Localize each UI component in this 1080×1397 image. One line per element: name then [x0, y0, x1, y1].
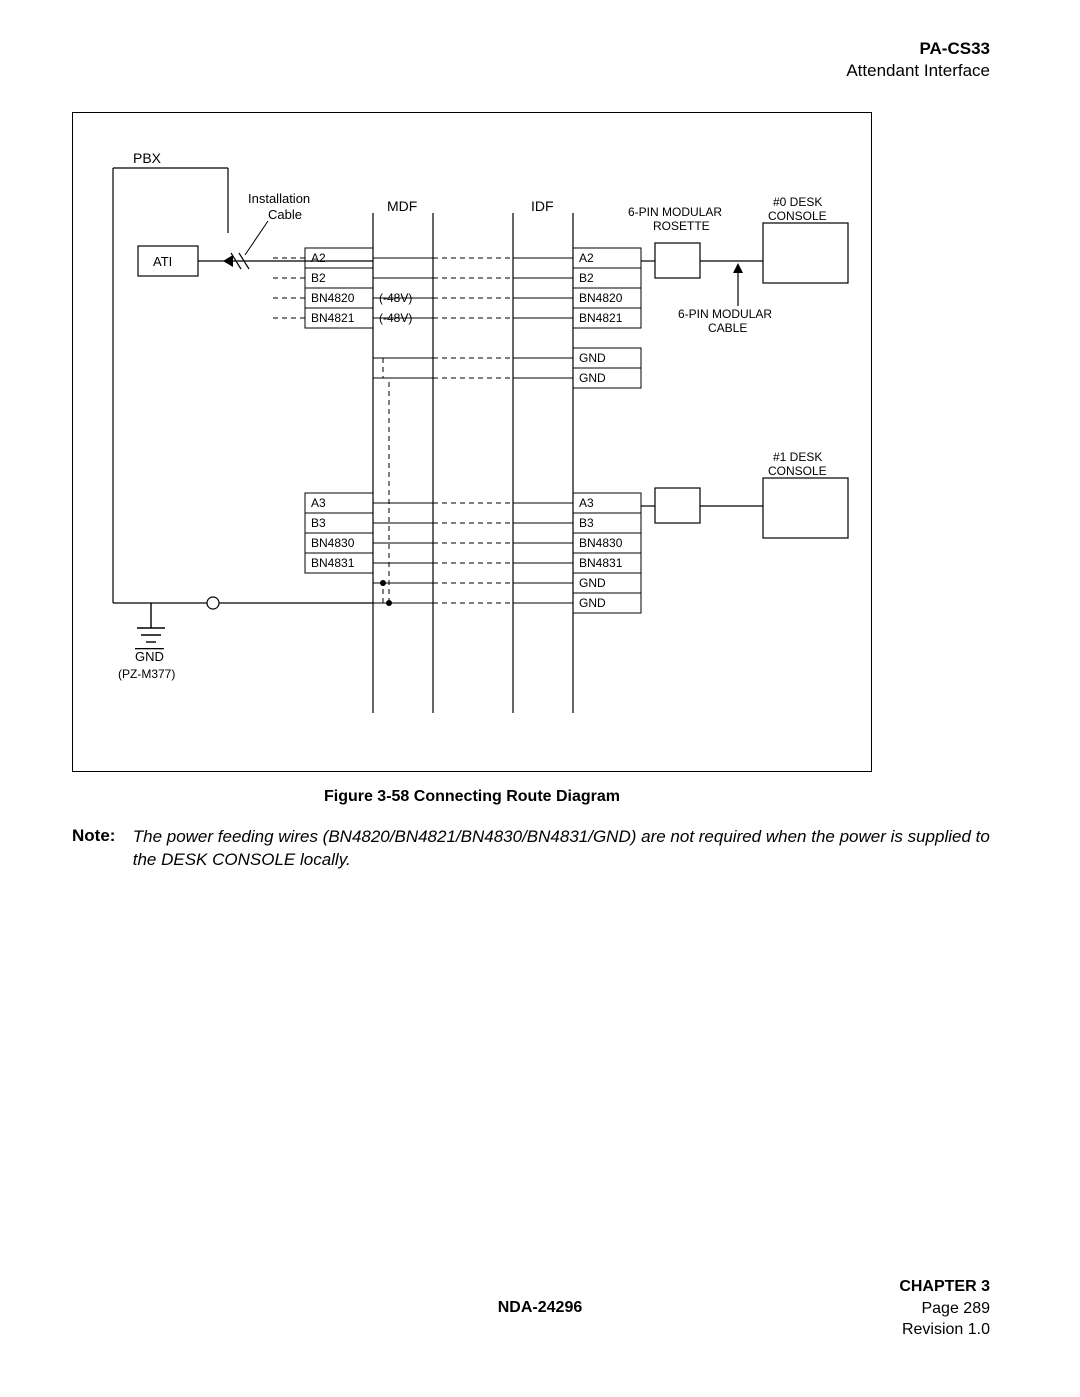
rosette-1 — [655, 488, 700, 523]
idf-label: IDF — [531, 198, 554, 214]
page-header: PA-CS33 Attendant Interface — [846, 38, 990, 82]
b1-r1: B3 — [579, 516, 594, 530]
footer-right: CHAPTER 3 Page 289 Revision 1.0 — [899, 1276, 990, 1341]
figure-frame: PBX ATI Installation Cable MDF IDF 6-PIN… — [72, 112, 872, 772]
b1-r0: A3 — [579, 496, 594, 510]
footer-rev: Revision 1.0 — [899, 1319, 990, 1341]
modcable-label-2: CABLE — [708, 321, 747, 335]
console0-label-2: CONSOLE — [768, 209, 827, 223]
console0-label-1: #0 DESK — [773, 195, 822, 209]
b1-r3: BN4831 — [579, 556, 623, 570]
ati-label: ATI — [153, 254, 172, 269]
page: PA-CS33 Attendant Interface PBX — [0, 0, 1080, 1397]
b1-l3: BN4831 — [311, 556, 355, 570]
pzm-label: (PZ-M377) — [118, 667, 175, 681]
b0-l0: A2 — [311, 251, 326, 265]
rosette-0 — [655, 243, 700, 278]
install-cable-label-1: Installation — [248, 191, 310, 206]
modcable-label-1: 6-PIN MODULAR — [678, 307, 772, 321]
b0-l1: B2 — [311, 271, 326, 285]
b1-r2: BN4830 — [579, 536, 623, 550]
b1-l0: A3 — [311, 496, 326, 510]
b1-l1: B3 — [311, 516, 326, 530]
console1-label-2: CONSOLE — [768, 464, 827, 478]
header-sub: Attendant Interface — [846, 60, 990, 82]
install-cable-label-2: Cable — [268, 207, 302, 222]
b0-g1: GND — [579, 371, 606, 385]
note-block: Note: The power feeding wires (BN4820/BN… — [72, 826, 1008, 872]
rosette-label-2: ROSETTE — [653, 219, 710, 233]
footer-page: Page 289 — [899, 1298, 990, 1320]
gnd-label: GND — [135, 649, 164, 664]
b0-r0: A2 — [579, 251, 594, 265]
note-text: The power feeding wires (BN4820/BN4821/B… — [133, 826, 1003, 872]
b1-g0: GND — [579, 576, 606, 590]
b0-r2: BN4820 — [579, 291, 623, 305]
rosette-label-1: 6-PIN MODULAR — [628, 205, 722, 219]
header-code: PA-CS33 — [846, 38, 990, 60]
desk-console-1 — [763, 478, 848, 538]
connecting-route-diagram: PBX ATI Installation Cable MDF IDF 6-PIN… — [73, 113, 873, 773]
b1-g1: GND — [579, 596, 606, 610]
b0-l3: BN4821 — [311, 311, 355, 325]
b0-r1: B2 — [579, 271, 594, 285]
footer-chapter: CHAPTER 3 — [899, 1276, 990, 1298]
b1-l2: BN4830 — [311, 536, 355, 550]
console1-label-1: #1 DESK — [773, 450, 822, 464]
b0-l2: BN4820 — [311, 291, 355, 305]
mdf-label: MDF — [387, 198, 417, 214]
figure-caption: Figure 3-58 Connecting Route Diagram — [72, 788, 872, 806]
desk-console-0 — [763, 223, 848, 283]
b0-g0: GND — [579, 351, 606, 365]
b0-r3: BN4821 — [579, 311, 623, 325]
note-label: Note: — [72, 826, 128, 846]
pbx-label: PBX — [133, 150, 162, 166]
